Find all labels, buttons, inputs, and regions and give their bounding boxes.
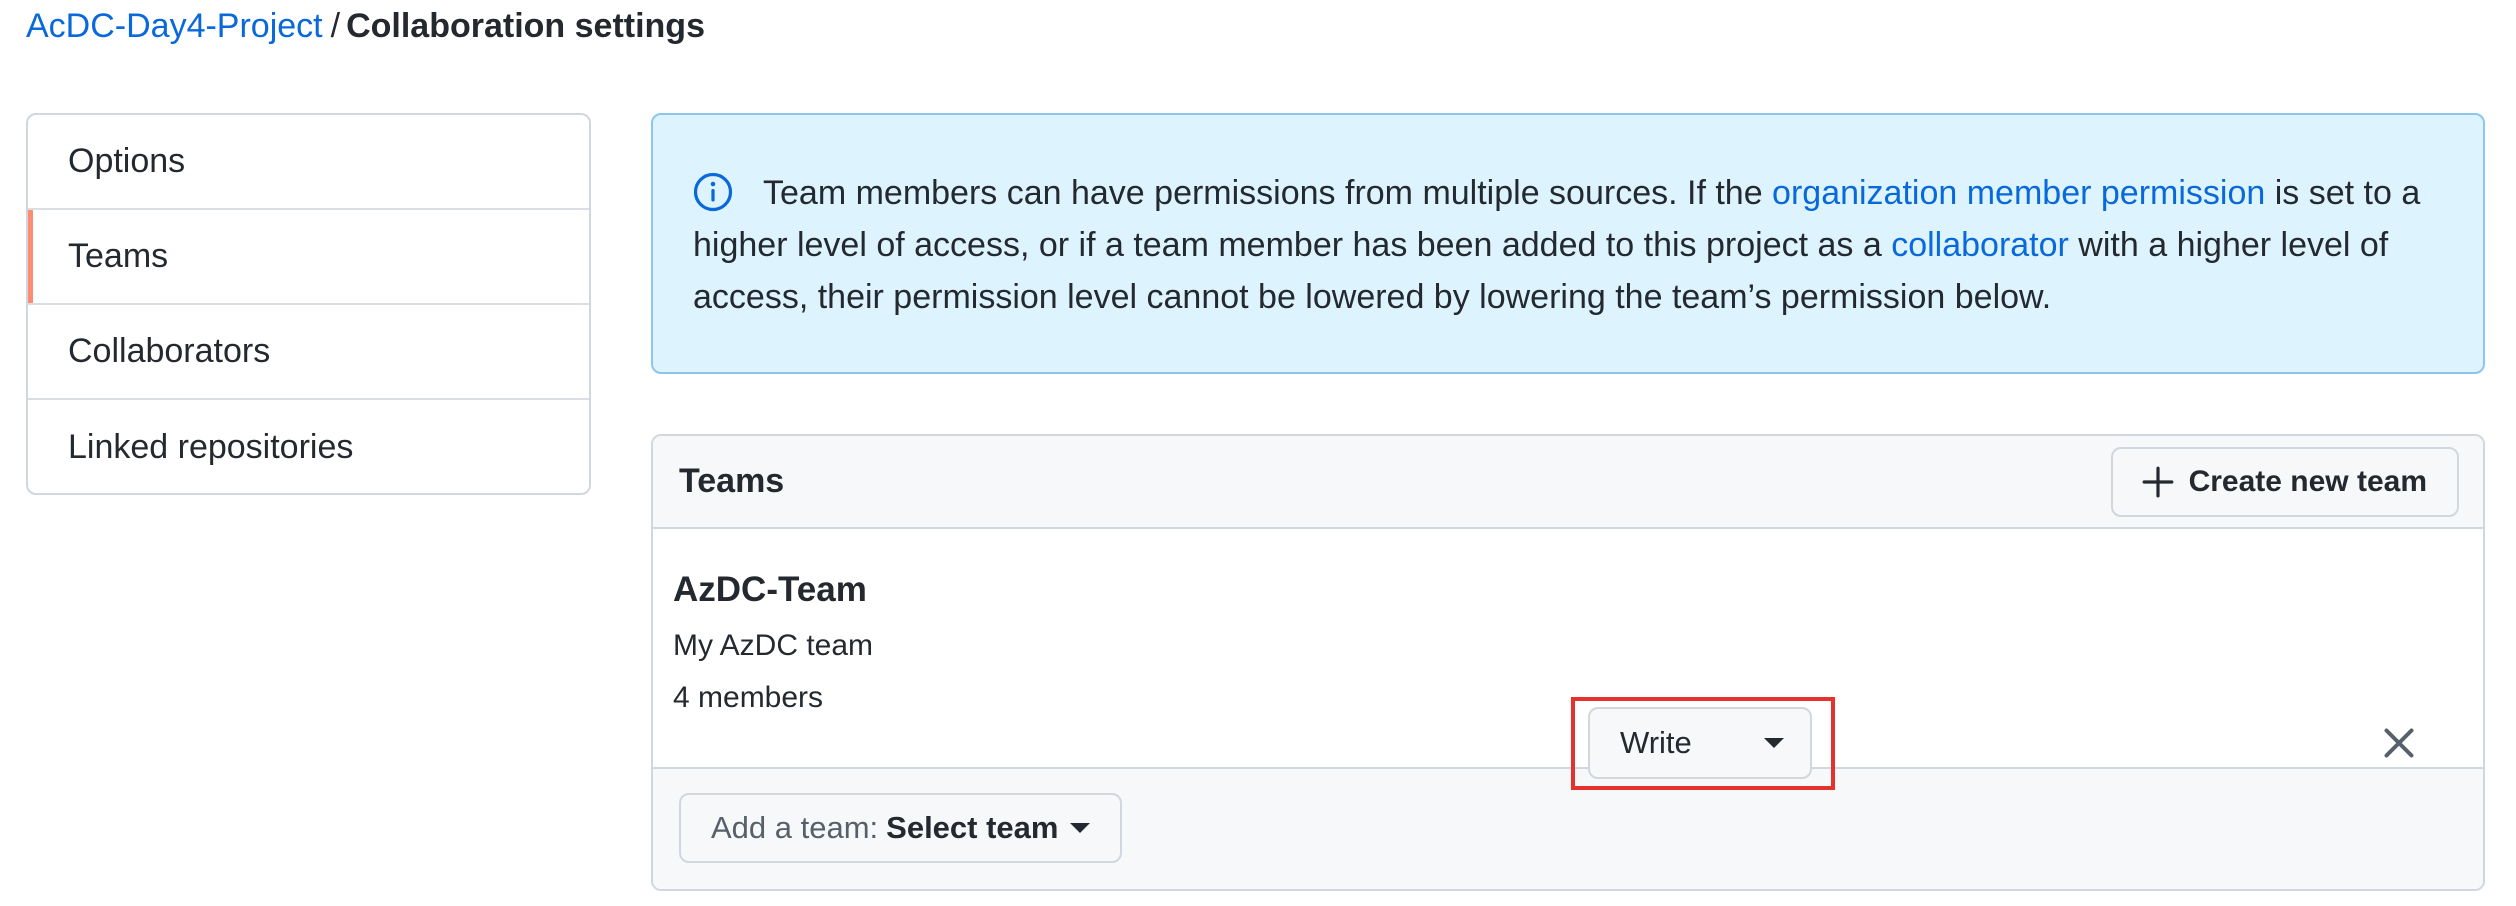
breadcrumb-project-link[interactable]: AcDC-Day4-Project [26, 7, 323, 45]
teams-box-title: Teams [679, 462, 785, 500]
add-team-select[interactable]: Add a team: Select team [679, 793, 1123, 863]
teams-box: Teams Create new team AzDC-Team My AzDC … [651, 434, 2485, 891]
sidebar-item-teams[interactable]: Teams [28, 210, 589, 305]
team-row: AzDC-Team My AzDC team 4 members Write [653, 529, 2483, 790]
caret-down-icon [1764, 738, 1784, 748]
sidebar-item-collaborators[interactable]: Collaborators [28, 305, 589, 400]
sidebar-item-label: Linked repositories [68, 428, 354, 466]
team-name: AzDC-Team [673, 570, 867, 609]
org-member-permission-link[interactable]: organization member permission [1772, 174, 2265, 212]
sidebar-item-label: Teams [68, 237, 169, 275]
team-member-count: 4 members [673, 681, 824, 714]
caret-down-icon [1070, 823, 1091, 833]
sidebar-item-label: Options [68, 142, 186, 180]
flash-text-1: Team members can have permissions from m… [763, 174, 1773, 212]
teams-box-header: Teams Create new team [653, 436, 2483, 529]
create-new-team-label: Create new team [2188, 464, 2427, 498]
info-icon [693, 172, 733, 212]
permission-dropdown[interactable]: Write [1588, 707, 1812, 779]
add-team-label: Add a team: [711, 810, 879, 845]
collaborator-link[interactable]: collaborator [1891, 226, 2069, 264]
permission-value: Write [1620, 725, 1692, 760]
teams-box-footer: Add a team: Select team [653, 769, 2483, 889]
team-description: My AzDC team [673, 629, 874, 662]
breadcrumb-separator: / [330, 7, 341, 45]
page-title: Collaboration settings [346, 7, 705, 45]
sidebar-item-linked-repositories[interactable]: Linked repositories [28, 400, 589, 493]
close-icon[interactable] [2379, 723, 2419, 763]
add-team-value: Select team [886, 810, 1059, 845]
sidebar-item-label: Collaborators [68, 332, 271, 370]
breadcrumb: AcDC-Day4-Project / Collaboration settings [26, 6, 705, 46]
settings-sidebar: Options Teams Collaborators Linked repos… [26, 113, 591, 495]
sidebar-item-options[interactable]: Options [28, 115, 589, 210]
plus-icon [2142, 466, 2173, 497]
create-new-team-button[interactable]: Create new team [2110, 446, 2459, 517]
info-flash: Team members can have permissions from m… [651, 113, 2485, 374]
